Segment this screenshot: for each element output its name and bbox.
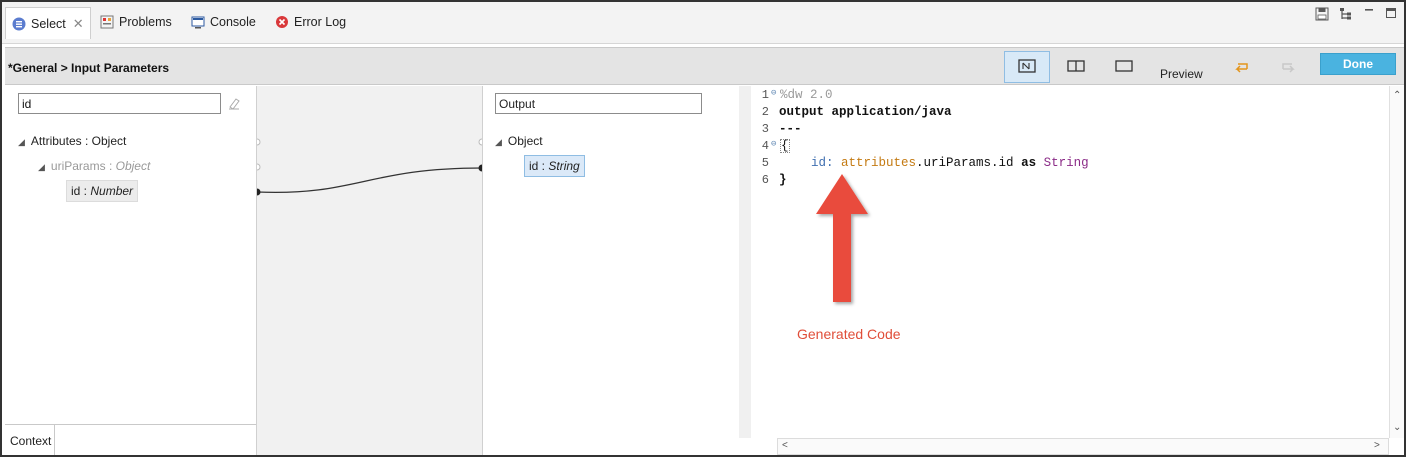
code-line: 1 ⊖ %dw 2.0 (739, 88, 833, 105)
editor-header: *General > Input Parameters Preview Done (5, 47, 1404, 85)
page-title: *General > Input Parameters (8, 61, 170, 75)
code-line: 6 } (739, 173, 787, 190)
input-search-field[interactable] (18, 93, 221, 114)
expand-triangle-icon[interactable]: ◢ (38, 162, 45, 172)
scroll-right-icon[interactable]: > (1374, 440, 1380, 451)
tab-context[interactable]: Context (5, 424, 55, 455)
connector-dot (257, 138, 261, 146)
problems-icon (100, 15, 114, 29)
tree-item-object[interactable]: ◢ Object (495, 134, 543, 148)
tree-item-attributes[interactable]: ◢ Attributes : Object (18, 134, 126, 148)
vertical-scrollbar[interactable]: ⌃ ⌄ (1389, 86, 1404, 438)
code-text: --- (779, 122, 802, 136)
horizontal-scrollbar[interactable]: < > (777, 438, 1389, 455)
tree-view-icon[interactable] (1339, 7, 1353, 24)
source-view-icon (1115, 59, 1133, 76)
mapping-connection-line[interactable] (257, 167, 482, 194)
maximize-icon[interactable] (1385, 7, 1397, 22)
code-text: %dw 2.0 (780, 88, 833, 102)
tab-console[interactable]: Console (185, 8, 262, 36)
code-text: output application/java (779, 105, 952, 119)
code-line: 3 --- (739, 122, 802, 139)
save-icon[interactable] (1315, 7, 1329, 24)
input-panel: ◢Attributes : Object ◢uriParams : Object… (5, 86, 256, 455)
scroll-left-icon[interactable]: < (782, 440, 788, 451)
code-line: 5 id: attributes.uriParams.id as String (739, 156, 1089, 173)
output-panel: Output ◢ Object id : String (483, 86, 737, 455)
source-view-button[interactable] (1101, 51, 1147, 83)
undo-icon[interactable] (1232, 59, 1250, 76)
line-number: 4 (761, 139, 769, 153)
dataweave-editor-window: Select ✕ Problems Console Error Log *Gen… (0, 0, 1406, 457)
console-icon (191, 15, 205, 29)
code-text: { (780, 139, 790, 153)
graphical-view-button[interactable] (1004, 51, 1050, 83)
tab-label: Problems (119, 15, 172, 29)
divider (55, 424, 256, 425)
fold-icon[interactable]: ⊖ (771, 88, 779, 105)
scroll-up-icon[interactable]: ⌃ (1393, 90, 1401, 101)
select-icon (12, 17, 26, 31)
graphical-view-icon (1018, 58, 1036, 76)
tab-error-log[interactable]: Error Log (269, 8, 352, 36)
annotation-label: Generated Code (797, 326, 901, 342)
close-icon[interactable]: ✕ (73, 16, 84, 32)
expand-triangle-icon[interactable]: ◢ (495, 137, 502, 147)
connector-dot (257, 163, 261, 171)
view-tab-bar: Select ✕ Problems Console Error Log (2, 2, 1404, 44)
split-view-button[interactable] (1053, 51, 1099, 83)
tree-item-uriparams[interactable]: ◢ uriParams : Object (38, 159, 150, 173)
line-number: 6 (761, 173, 769, 187)
scroll-down-icon[interactable]: ⌄ (1393, 422, 1401, 433)
mapping-canvas (257, 86, 482, 455)
code-line: 4 ⊖ { (739, 139, 790, 156)
fold-icon[interactable]: ⊖ (771, 139, 779, 156)
annotation-arrow (816, 174, 868, 302)
line-number: 2 (761, 105, 769, 119)
clear-search-icon[interactable] (227, 96, 241, 110)
redo-icon[interactable] (1280, 59, 1298, 76)
output-field[interactable]: Output (495, 93, 702, 114)
error-log-icon (275, 15, 289, 29)
tab-select[interactable]: Select ✕ (5, 7, 91, 39)
expand-triangle-icon[interactable]: ◢ (18, 137, 25, 147)
tree-item-id-number[interactable]: id : Number (66, 180, 139, 202)
tree-item-id-string[interactable]: id : String (524, 155, 585, 177)
preview-button[interactable]: Preview (1160, 67, 1203, 81)
split-view-icon (1067, 59, 1085, 76)
line-number: 3 (761, 122, 769, 136)
tab-label: Console (210, 15, 256, 29)
connector-dot[interactable] (257, 188, 261, 196)
minimize-icon[interactable] (1363, 4, 1375, 19)
code-text: } (779, 173, 787, 187)
tab-label: Select (31, 16, 66, 31)
done-button[interactable]: Done (1320, 53, 1396, 75)
mapping-lines (257, 138, 482, 196)
code-line: 2 output application/java (739, 105, 952, 122)
line-number: 5 (761, 156, 769, 170)
up-arrow-icon (816, 174, 868, 302)
line-number: 1 (761, 88, 769, 102)
tab-label: Error Log (294, 15, 347, 29)
tab-problems[interactable]: Problems (94, 8, 178, 36)
